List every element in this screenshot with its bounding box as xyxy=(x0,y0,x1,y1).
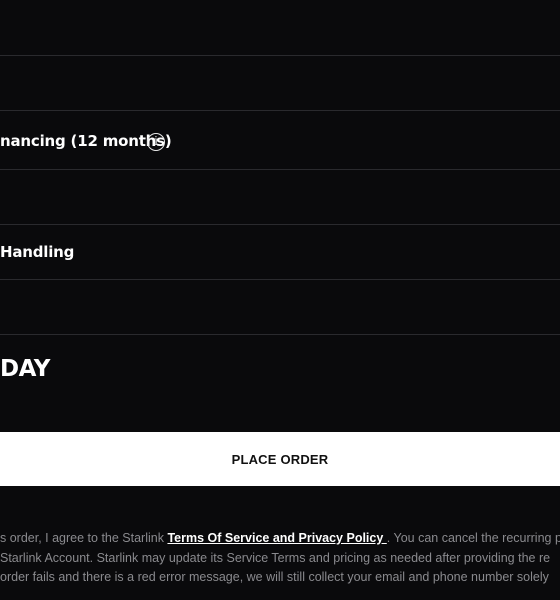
financing-label: nancing (12 months) xyxy=(0,132,172,150)
divider xyxy=(0,334,560,335)
handling-label: Handling xyxy=(0,243,75,261)
due-today-label: DAY xyxy=(0,356,50,382)
terms-link[interactable]: Terms Of Service and Privacy Policy xyxy=(167,531,386,545)
legal-text: s order, I agree to the Starlink xyxy=(0,531,168,545)
legal-line-3: order fails and there is a red error mes… xyxy=(0,570,549,584)
legal-text: . You can cancel the recurring pa xyxy=(386,531,560,545)
handling-row: Handling xyxy=(0,241,560,265)
divider xyxy=(0,224,560,225)
place-order-button[interactable]: PLACE ORDER xyxy=(0,432,560,486)
divider xyxy=(0,110,560,111)
divider xyxy=(0,169,560,170)
legal-line-1: s order, I agree to the Starlink Terms O… xyxy=(0,529,560,549)
legal-line-2: Starlink Account. Starlink may update it… xyxy=(0,550,551,565)
divider xyxy=(0,279,560,280)
financing-row: nancing (12 months) i xyxy=(0,129,560,155)
legal-disclaimer: s order, I agree to the Starlink Terms O… xyxy=(0,529,560,588)
order-summary-page: nancing (12 months) i Handling DAY PLACE… xyxy=(0,0,560,600)
divider xyxy=(0,55,560,56)
info-icon[interactable]: i xyxy=(147,133,165,151)
